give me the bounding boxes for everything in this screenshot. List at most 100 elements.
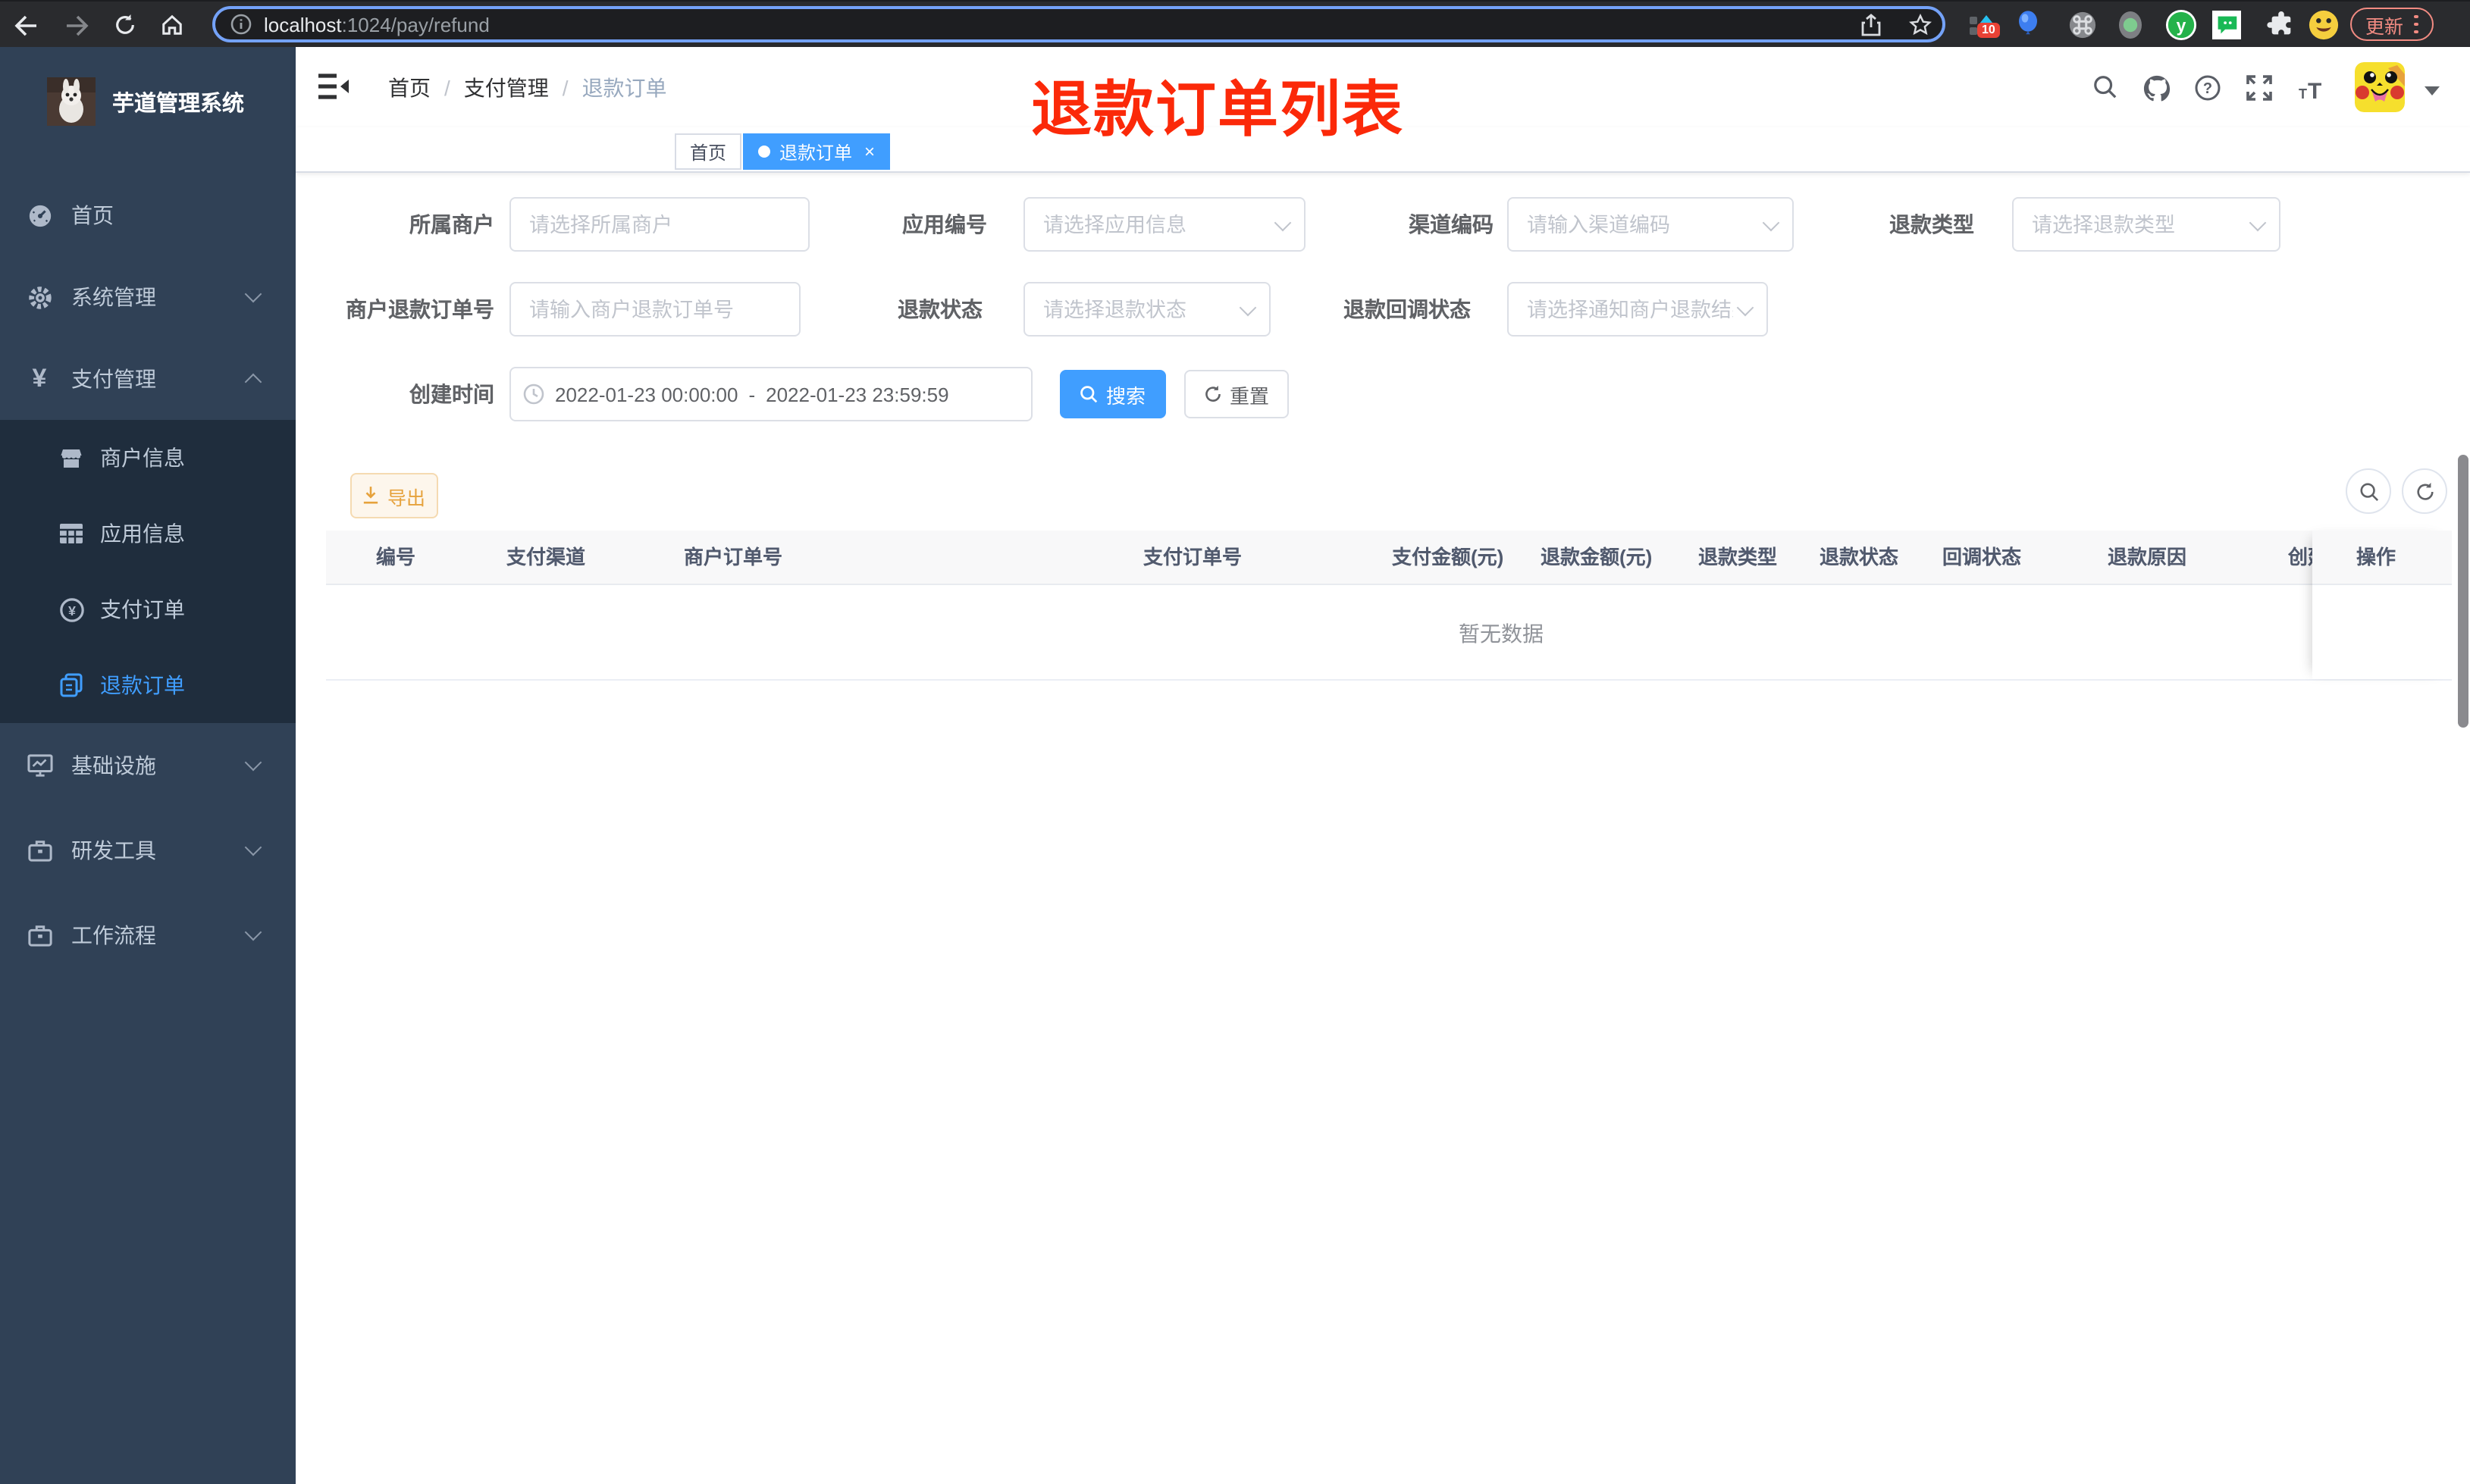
sidebar-item-label: 商户信息 <box>100 446 185 470</box>
merchant-refund-no-input[interactable] <box>511 283 799 335</box>
breadcrumb-separator: / <box>444 75 450 99</box>
sidebar-item-pay[interactable]: ¥ 支付管理 <box>0 338 296 420</box>
svg-text:T: T <box>2299 86 2307 99</box>
extension-badge: 10 <box>1977 23 2000 38</box>
browser-menu-icon[interactable] <box>2414 14 2418 34</box>
col-refund-status: 退款状态 <box>1820 546 1899 568</box>
refresh-icon <box>2416 481 2433 499</box>
download-icon <box>364 487 379 504</box>
breadcrumb-current: 退款订单 <box>581 75 667 99</box>
url-bar[interactable]: localhost:1024/pay/refund <box>212 6 1945 42</box>
search-icon[interactable] <box>2085 47 2124 127</box>
merchant-input[interactable] <box>511 199 808 250</box>
extension-balloon-icon[interactable] <box>2011 2 2044 49</box>
extension-chat-icon[interactable] <box>2209 2 2243 49</box>
user-avatar[interactable] <box>2355 62 2405 112</box>
chevron-down-icon <box>244 753 262 772</box>
browser-update-button[interactable]: 更新 <box>2350 8 2434 41</box>
sidebar-item-home[interactable]: 首页 <box>0 174 296 256</box>
sidebar-item-infra[interactable]: 基础设施 <box>0 723 296 808</box>
breadcrumb-separator: / <box>562 75 569 99</box>
app-input[interactable] <box>1025 199 1304 250</box>
tab-home[interactable]: 首页 <box>675 133 742 170</box>
browser-back-icon[interactable] <box>9 2 42 49</box>
sidebar-item-system[interactable]: 系统管理 <box>0 256 296 338</box>
refund-type-select[interactable] <box>2012 197 2280 252</box>
sidebar-item-label: 研发工具 <box>71 838 156 863</box>
extension-y-icon[interactable]: y <box>2162 2 2199 49</box>
search-button[interactable]: 搜索 <box>1060 370 1166 418</box>
filter-label: 退款状态 <box>898 297 983 321</box>
sidebar-item-label: 工作流程 <box>71 923 156 947</box>
tab-close-icon[interactable]: × <box>864 141 875 162</box>
export-button-label: 导出 <box>387 487 425 509</box>
browser-toolbar: localhost:1024/pay/refund 10 y 更新 <box>0 0 2470 49</box>
show-search-toggle-button[interactable] <box>2346 468 2391 514</box>
font-size-icon[interactable]: TT <box>2291 47 2331 127</box>
col-refund-amount: 退款金额(元) <box>1541 546 1653 568</box>
sidebar-item-label: 基础设施 <box>71 753 156 778</box>
extension-proxy-icon[interactable]: 10 <box>1965 2 2000 49</box>
sidebar-item-workflow[interactable]: 工作流程 <box>0 893 296 978</box>
grid-table-icon <box>58 523 85 544</box>
search-icon <box>1081 386 1099 403</box>
tab-refund-order[interactable]: 退款订单 × <box>743 133 891 170</box>
reset-button[interactable]: 重置 <box>1184 370 1289 418</box>
app-select[interactable] <box>1023 197 1306 252</box>
date-separator: - <box>748 383 756 405</box>
extension-command-icon[interactable] <box>2065 2 2099 49</box>
export-button[interactable]: 导出 <box>350 473 438 518</box>
browser-reload-icon[interactable] <box>108 2 141 49</box>
col-pay-order-no: 支付订单号 <box>1143 546 1243 568</box>
bookmark-star-icon[interactable] <box>1901 2 1938 49</box>
yen-circle-icon: ¥ <box>58 596 85 622</box>
fullscreen-icon[interactable] <box>2240 47 2279 127</box>
url-text: localhost:1024/pay/refund <box>264 13 490 36</box>
col-merchant-order-no: 商户订单号 <box>684 546 783 568</box>
sidebar-item-label: 支付订单 <box>100 597 185 621</box>
yen-icon: ¥ <box>32 364 47 393</box>
svg-text:y: y <box>2176 16 2186 36</box>
breadcrumb: 首页 / 支付管理 / 退款订单 <box>388 47 667 127</box>
refund-status-input[interactable] <box>1025 283 1269 335</box>
sidebar-item-app-info[interactable]: 应用信息 <box>0 496 296 571</box>
sidebar-item-refund-order[interactable]: 退款订单 <box>0 647 296 723</box>
sidebar-fold-icon[interactable] <box>317 71 350 102</box>
extensions-puzzle-icon[interactable] <box>2262 2 2299 49</box>
reset-button-label: 重置 <box>1229 384 1269 407</box>
col-id: 编号 <box>376 546 416 568</box>
app-title: 芋道管理系统 <box>112 92 244 116</box>
search-button-label: 搜索 <box>1105 384 1146 407</box>
extension-emoji-icon[interactable] <box>2305 2 2341 49</box>
merchant-select[interactable] <box>509 197 810 252</box>
channel-select[interactable] <box>1507 197 1794 252</box>
breadcrumb-home[interactable]: 首页 <box>388 72 431 102</box>
page-scrollbar[interactable] <box>2458 455 2468 728</box>
fixed-action-column: 操作 <box>2312 531 2452 679</box>
browser-forward-icon[interactable] <box>61 2 94 49</box>
sidebar-header[interactable]: 芋道管理系统 <box>0 61 296 142</box>
update-label: 更新 <box>2365 16 2404 37</box>
filter-label: 应用编号 <box>902 212 987 236</box>
browser-home-icon[interactable] <box>155 2 188 49</box>
sidebar-item-pay-order[interactable]: ¥ 支付订单 <box>0 571 296 647</box>
merchant-refund-no-field[interactable] <box>509 282 801 337</box>
share-icon[interactable] <box>1853 2 1889 49</box>
col-action: 操作 <box>2356 546 2396 568</box>
date-range-picker[interactable]: 2022-01-23 00:00:00 - 2022-01-23 23:59:5… <box>509 367 1033 421</box>
filter-label: 商户退款订单号 <box>346 297 494 321</box>
sidebar-item-devtools[interactable]: 研发工具 <box>0 808 296 893</box>
extension-green-dot-icon[interactable] <box>2114 2 2147 49</box>
github-icon[interactable] <box>2136 47 2176 127</box>
refresh-table-button[interactable] <box>2402 468 2447 514</box>
breadcrumb-pay[interactable]: 支付管理 <box>464 72 549 102</box>
notify-status-input[interactable] <box>1509 283 1766 335</box>
refund-status-select[interactable] <box>1023 282 1271 337</box>
channel-input[interactable] <box>1509 199 1792 250</box>
avatar-caret-icon[interactable] <box>2425 86 2440 95</box>
refund-type-input[interactable] <box>2014 199 2279 250</box>
sidebar-item-merchant-info[interactable]: 商户信息 <box>0 420 296 496</box>
site-info-icon[interactable] <box>230 14 252 35</box>
help-icon[interactable]: ? <box>2188 47 2227 127</box>
notify-status-select[interactable] <box>1507 282 1768 337</box>
